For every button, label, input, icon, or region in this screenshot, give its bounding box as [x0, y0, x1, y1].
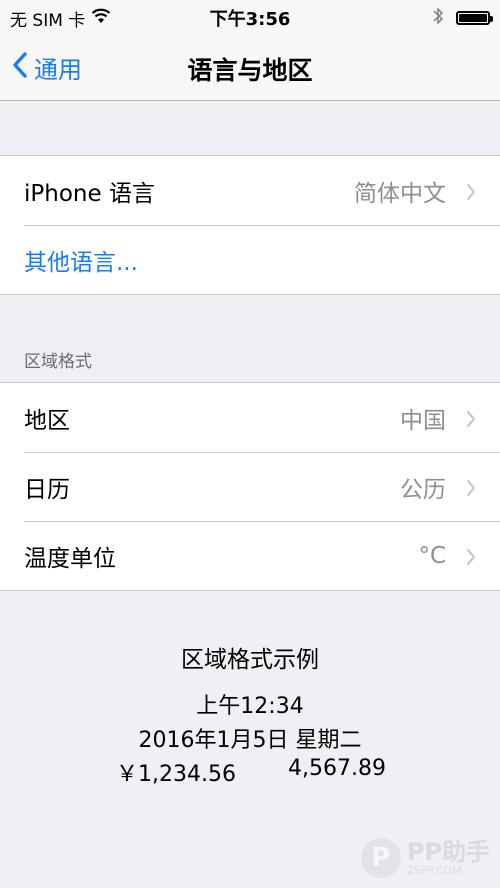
status-bar: 无 SIM 卡 下午3:56	[0, 0, 500, 34]
chevron-right-icon	[466, 477, 476, 503]
watermark-text: PP助手 25PP.COM	[407, 840, 490, 877]
region-value: 中国	[400, 407, 446, 434]
other-languages-row[interactable]: 其他语言...	[0, 225, 500, 294]
status-right	[432, 6, 493, 30]
temperature-unit-label: 温度单位	[24, 545, 116, 572]
watermark-brand: PP助手	[406, 837, 490, 866]
temperature-unit-value: °C	[418, 542, 446, 569]
region-row[interactable]: 地区 中国	[0, 383, 500, 452]
bluetooth-icon	[432, 6, 444, 30]
format-example-title: 区域格式示例	[181, 647, 319, 673]
format-example-date: 2016年1月5日 星期二	[138, 728, 362, 753]
region-group: 地区 中国 日历 公历 温度单位 °C	[0, 382, 500, 591]
navigation-bar: 通用 语言与地区	[0, 34, 500, 101]
chevron-right-icon	[466, 181, 476, 207]
battery-icon	[456, 11, 493, 25]
other-languages-label: 其他语言...	[24, 249, 138, 276]
region-format-header: 区域格式	[24, 352, 92, 372]
iphone-language-row[interactable]: iPhone 语言 简体中文	[0, 156, 500, 225]
region-label: 地区	[24, 407, 70, 434]
language-group: iPhone 语言 简体中文 其他语言...	[0, 155, 500, 295]
format-example-currency: ￥1,234.56	[116, 762, 236, 787]
status-time: 下午3:56	[209, 9, 291, 30]
iphone-language-value: 简体中文	[354, 180, 446, 207]
chevron-right-icon	[466, 546, 476, 572]
page-title: 语言与地区	[187, 56, 313, 85]
pp-logo-icon: P	[360, 838, 401, 878]
chevron-right-icon	[466, 408, 476, 434]
calendar-value: 公历	[400, 476, 446, 503]
calendar-row[interactable]: 日历 公历	[0, 452, 500, 521]
format-example-number: 4,567.89	[288, 756, 386, 781]
temperature-unit-row[interactable]: 温度单位 °C	[0, 521, 500, 590]
iphone-language-label: iPhone 语言	[24, 180, 155, 207]
watermark-logo: P PP助手 25PP.COM	[360, 838, 490, 878]
format-example-time: 上午12:34	[196, 694, 304, 719]
calendar-label: 日历	[24, 476, 70, 503]
